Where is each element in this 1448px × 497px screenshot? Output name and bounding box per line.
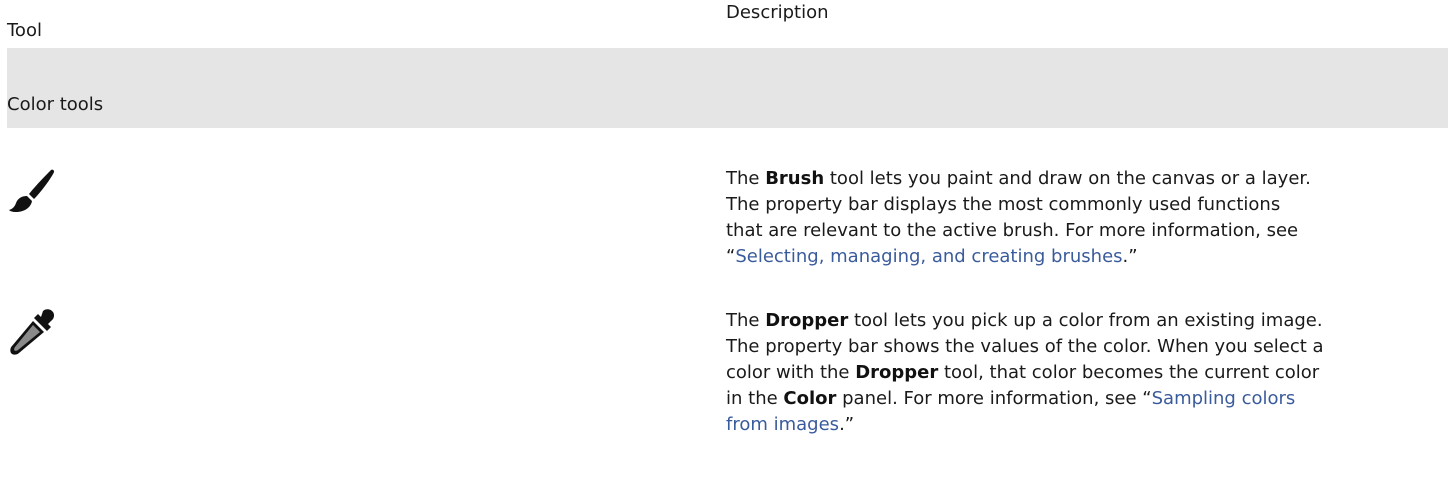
description-text: The bbox=[726, 310, 766, 331]
brush-icon bbox=[7, 166, 57, 216]
description-text: The bbox=[726, 168, 766, 189]
description-text: tool lets you paint and draw on the canv… bbox=[824, 168, 1311, 189]
link-sampling-colors[interactable]: from images bbox=[726, 414, 839, 435]
description-text: color with the bbox=[726, 362, 856, 383]
description-text: The property bar displays the most commo… bbox=[726, 194, 1281, 215]
link-sampling-colors[interactable]: Sampling colors bbox=[1152, 388, 1296, 409]
table-header-row: Tool Description bbox=[0, 0, 1448, 48]
description-text: tool, that color becomes the current col… bbox=[938, 362, 1320, 383]
description-text: .” bbox=[839, 414, 855, 435]
description-text: .” bbox=[1122, 246, 1138, 267]
link-selecting-brushes[interactable]: Selecting, managing, and creating brushe… bbox=[735, 246, 1122, 267]
brush-description: The Brush tool lets you paint and draw o… bbox=[726, 166, 1426, 270]
description-text: “ bbox=[726, 246, 736, 267]
dropper-description: The Dropper tool lets you pick up a colo… bbox=[726, 308, 1426, 438]
description-text: tool lets you pick up a color from an ex… bbox=[848, 310, 1323, 331]
panel-name-color: Color bbox=[783, 388, 837, 409]
description-text: in the bbox=[726, 388, 784, 409]
section-header-row: Color tools bbox=[7, 48, 1448, 128]
column-header-description: Description bbox=[726, 2, 829, 23]
tool-name-dropper: Dropper bbox=[855, 362, 939, 383]
description-text: that are relevant to the active brush. F… bbox=[726, 220, 1299, 241]
tool-name-dropper: Dropper bbox=[765, 310, 849, 331]
section-title: Color tools bbox=[7, 94, 104, 115]
dropper-icon bbox=[7, 308, 57, 358]
tool-name-brush: Brush bbox=[765, 168, 825, 189]
column-header-tool: Tool bbox=[7, 20, 42, 41]
description-text: panel. For more information, see “ bbox=[836, 388, 1152, 409]
description-text: The property bar shows the values of the… bbox=[726, 336, 1324, 357]
